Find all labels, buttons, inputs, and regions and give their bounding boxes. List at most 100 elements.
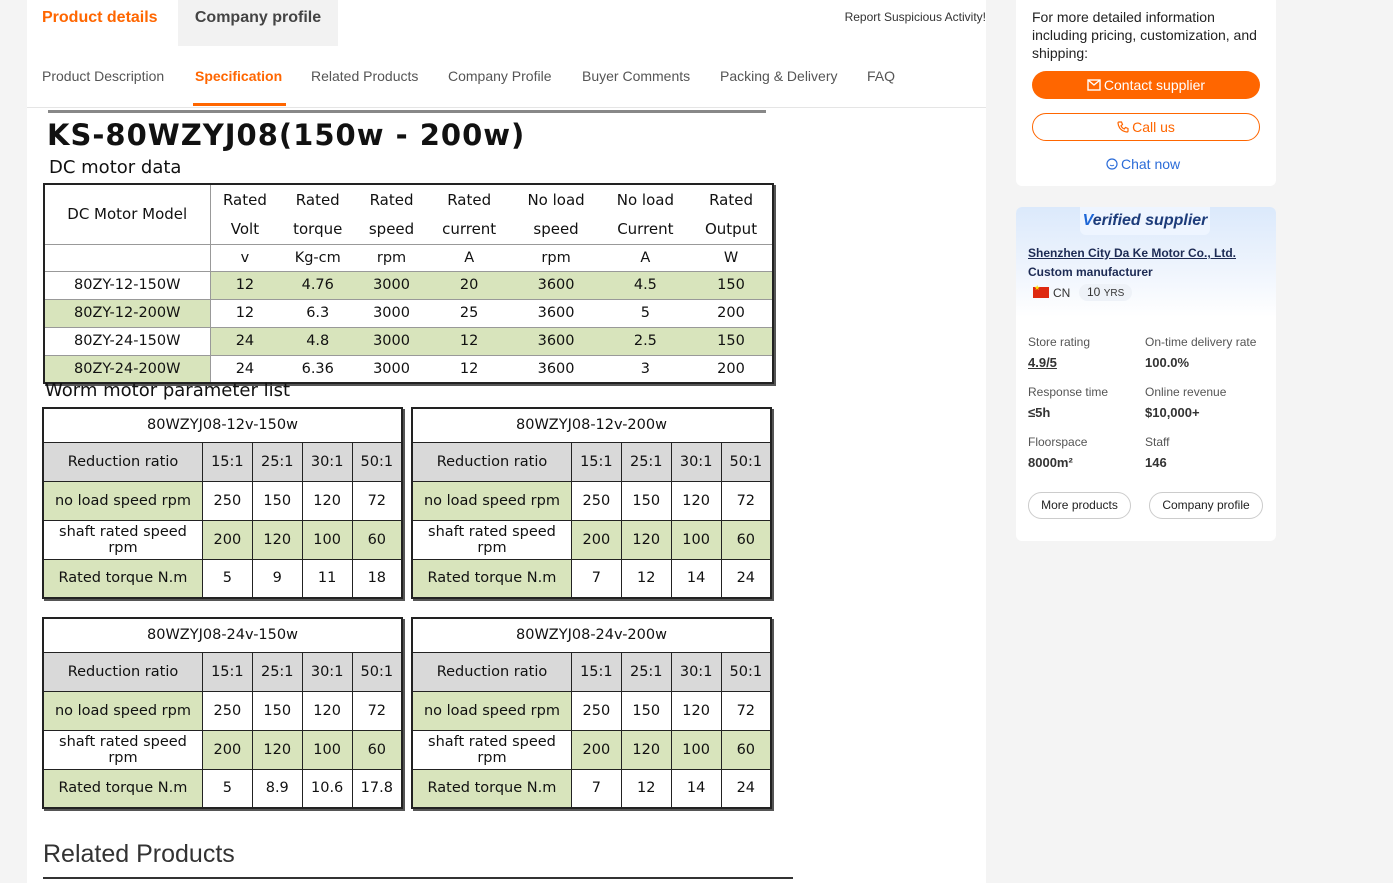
table-row: shaft rated speed rpm 200 120 100 60 [411, 729, 772, 770]
worm-cell: 5 [201, 768, 253, 809]
worm-header-label: Reduction ratio [42, 651, 203, 692]
subtab-related-products[interactable]: Related Products [311, 68, 418, 84]
dc-unit: rpm [356, 243, 427, 271]
dc-cell: 24 [210, 354, 280, 383]
staff-label: Staff [1145, 435, 1170, 449]
worm-table-title: 80WZYJ08-12v-150w [42, 407, 403, 443]
worm-cell: 24 [720, 558, 772, 599]
dc-header: Rated [369, 190, 414, 209]
dc-cell: 12 [210, 270, 280, 299]
dc-model-cell: 80ZY-24-150W [44, 326, 211, 355]
dc-cell: 3 [600, 354, 691, 383]
spec-top-rule [48, 110, 766, 113]
worm-cell: 120 [251, 729, 303, 770]
chat-now-link[interactable]: Chat now [1106, 156, 1180, 173]
worm-ratio: 30:1 [670, 441, 722, 482]
floorspace-label: Floorspace [1028, 435, 1088, 449]
subtab-faq[interactable]: FAQ [867, 68, 895, 84]
worm-cell: 24 [720, 768, 772, 809]
dc-cell: 12 [426, 354, 512, 383]
supplier-name-link[interactable]: Shenzhen City Da Ke Motor Co., Ltd. [1028, 246, 1236, 260]
worm-row-label: no load speed rpm [42, 690, 203, 731]
dc-header: Rated [295, 190, 340, 209]
worm-cell: 250 [570, 690, 622, 731]
worm-cell: 8.9 [251, 768, 303, 809]
worm-row-label: Rated torque N.m [42, 558, 203, 599]
worm-cell: 100 [670, 519, 722, 560]
table-row: no load speed rpm 250 150 120 72 [411, 690, 772, 731]
dc-unit: A [426, 243, 512, 271]
worm-cell: 200 [570, 729, 622, 770]
response-time-value: ≤5h [1028, 405, 1051, 420]
subtab-specification[interactable]: Specification [195, 68, 282, 84]
worm-ratio: 15:1 [570, 441, 622, 482]
worm-cell: 250 [201, 690, 253, 731]
years-unit: YRS [1103, 288, 1125, 299]
worm-row-label: no load speed rpm [42, 480, 203, 521]
dc-motor-table: DC Motor Model Rated Rated Rated Rated N… [43, 183, 774, 384]
worm-row-label: shaft rated speed rpm [411, 519, 572, 560]
phone-icon [1117, 115, 1129, 141]
dc-cell: 4.8 [279, 326, 357, 355]
dc-cell: 25 [426, 298, 512, 327]
worm-cell: 200 [201, 729, 253, 770]
worm-row-label: no load speed rpm [411, 690, 572, 731]
online-revenue-value: $10,000+ [1145, 405, 1200, 420]
subtab-buyer-comments[interactable]: Buyer Comments [582, 68, 690, 84]
report-suspicious-link[interactable]: Report Suspicious Activity! [845, 10, 986, 24]
worm-ratio: 30:1 [301, 441, 353, 482]
table-row: Rated torque N.m 5 8.9 10.6 17.8 [42, 768, 403, 809]
tab-product-details[interactable]: Product details [27, 0, 175, 46]
dc-header: Rated [709, 190, 753, 209]
dc-header: Rated [222, 190, 267, 209]
worm-table-title: 80WZYJ08-24v-200w [411, 617, 772, 653]
verified-v-mark: V [1082, 212, 1093, 229]
dc-header: Current [617, 219, 674, 238]
worm-ratio: 50:1 [720, 651, 772, 692]
sub-tab-bar: Product Description Specification Relate… [27, 46, 986, 108]
subtab-product-description[interactable]: Product Description [42, 68, 164, 84]
dc-header: No load [616, 190, 674, 209]
tab-company-profile[interactable]: Company profile [178, 0, 338, 46]
worm-table-24v-200w: 80WZYJ08-24v-200w Reduction ratio 15:1 2… [411, 617, 772, 809]
worm-ratio: 15:1 [201, 651, 253, 692]
table-row: 80ZY-24-150W 24 4.8 3000 12 3600 2.5 150 [44, 326, 773, 355]
delivery-rate-value: 100.0% [1145, 355, 1190, 370]
company-profile-button[interactable]: Company profile [1149, 492, 1263, 519]
table-row: 80ZY-12-150W 12 4.76 3000 20 3600 4.5 15… [44, 270, 773, 299]
dc-cell: 3000 [356, 270, 427, 299]
worm-cell: 120 [251, 519, 303, 560]
worm-ratio: 30:1 [670, 651, 722, 692]
worm-cell: 72 [351, 480, 403, 521]
call-us-button[interactable]: Call us [1032, 113, 1260, 141]
dc-unit: A [600, 243, 691, 271]
worm-cell: 200 [201, 519, 253, 560]
worm-row-label: shaft rated speed rpm [42, 729, 203, 770]
more-products-button[interactable]: More products [1028, 492, 1131, 519]
worm-cell: 11 [301, 558, 353, 599]
worm-cell: 120 [670, 480, 722, 521]
dc-header: current [442, 219, 497, 238]
table-row: Rated torque N.m 5 9 11 18 [42, 558, 403, 599]
dc-motor-subtitle: DC motor data [49, 157, 182, 178]
worm-row-label: Rated torque N.m [411, 558, 572, 599]
subtab-company-profile[interactable]: Company Profile [448, 68, 552, 84]
worm-cell: 12 [620, 768, 672, 809]
worm-row-label: shaft rated speed rpm [411, 729, 572, 770]
dc-cell: 3600 [511, 270, 601, 299]
dc-cell: 6.36 [279, 354, 357, 383]
worm-table-12v-200w: 80WZYJ08-12v-200w Reduction ratio 15:1 2… [411, 407, 772, 599]
years-value: 10 [1087, 285, 1101, 299]
contact-supplier-button[interactable]: Contact supplier [1032, 71, 1260, 99]
store-rating-label: Store rating [1028, 335, 1091, 349]
worm-cell: 150 [251, 690, 303, 731]
worm-cell: 60 [351, 519, 403, 560]
worm-header-label: Reduction ratio [411, 651, 572, 692]
worm-cell: 120 [670, 690, 722, 731]
worm-cell: 12 [620, 558, 672, 599]
store-rating-value[interactable]: 4.9/5 [1028, 355, 1057, 370]
dc-cell: 200 [690, 354, 773, 383]
dc-cell: 2.5 [600, 326, 691, 355]
subtab-packing-delivery[interactable]: Packing & Delivery [720, 68, 838, 84]
worm-cell: 9 [251, 558, 303, 599]
